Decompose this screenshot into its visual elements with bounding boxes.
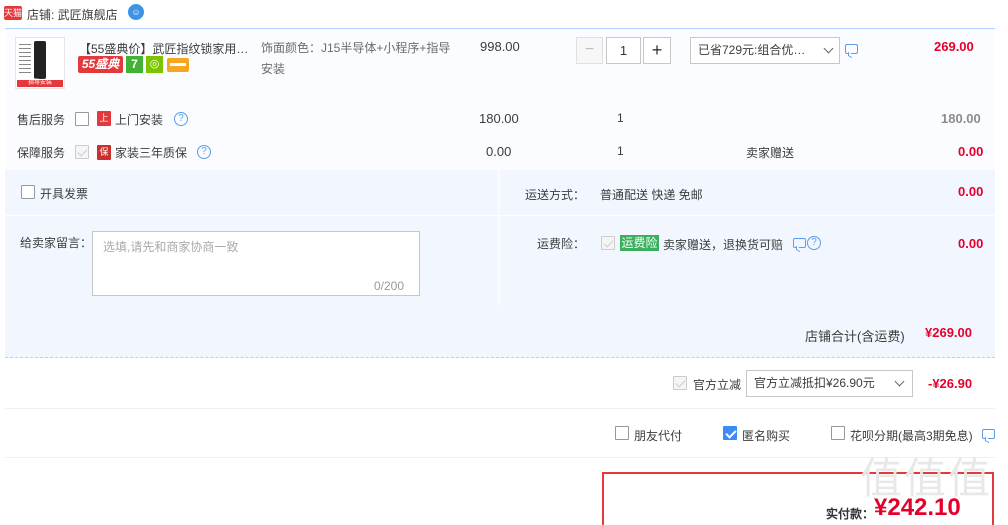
insurance-desc: 卖家赠送，退换货可赔	[663, 238, 784, 252]
insurance-amount: 0.00	[958, 236, 984, 251]
quantity-decrease-button[interactable]: −	[576, 37, 603, 64]
install-service-checkbox[interactable]	[75, 112, 89, 126]
shipping-method-label: 运送方式：	[525, 188, 586, 202]
question-circle-icon[interactable]: ?	[174, 112, 188, 126]
huabei-label[interactable]: 花呗分期(最高3期免息)	[850, 427, 973, 444]
promotion-select-label: 已省729元:组合优…	[698, 43, 806, 57]
credit-card-icon	[167, 58, 189, 72]
friend-pay-checkbox[interactable]	[615, 426, 629, 440]
shipping-method-value: 普通配送 快递 免邮	[600, 188, 703, 202]
warranty-service-name: 家装三年质保	[115, 146, 188, 160]
divider	[5, 408, 995, 409]
chat-bubble-icon[interactable]	[982, 429, 995, 439]
warranty-service-qty: 1	[617, 144, 624, 158]
service-category: 保障服务	[17, 146, 66, 160]
discount-amount: -¥26.90	[928, 376, 973, 391]
friend-pay-label[interactable]: 朋友代付	[634, 427, 682, 444]
seller-message-input[interactable]: 选填,请先和商家协商一致	[92, 231, 420, 296]
chat-bubble-icon[interactable]	[845, 44, 858, 54]
promo-55-badge: 55盛典	[78, 56, 123, 73]
warranty-service-note: 卖家赠送	[746, 146, 795, 160]
shop-total-amount: ¥269.00	[925, 325, 972, 340]
discount-select-label: 官方立减抵扣¥26.90元	[754, 376, 875, 390]
anonymous-label[interactable]: 匿名购买	[742, 427, 790, 444]
guarantee-icon: ◎	[146, 56, 163, 73]
discount-checkbox	[673, 376, 687, 390]
discount-select[interactable]: 官方立减抵扣¥26.90元	[746, 370, 913, 397]
insurance-tag: 运费险	[620, 235, 659, 251]
message-char-counter: 0/200	[374, 279, 405, 293]
huabei-checkbox[interactable]	[831, 426, 845, 440]
warranty-service-price: 0.00	[486, 144, 512, 159]
divider	[500, 215, 995, 216]
question-circle-icon[interactable]: ?	[807, 236, 821, 250]
install-service-name: 上门安装	[115, 113, 164, 127]
quantity-input[interactable]: 1	[606, 37, 641, 64]
product-thumbnail[interactable]: 指导安装	[15, 37, 65, 89]
install-service-icon: 上	[97, 111, 111, 126]
invoice-label[interactable]: 开具发票	[40, 185, 88, 202]
warranty-service-icon: 保	[97, 145, 111, 160]
shop-total-label: 店铺合计(含运费)	[805, 329, 905, 344]
invoice-checkbox[interactable]	[21, 185, 35, 199]
divider	[5, 215, 498, 216]
install-service-amount: 180.00	[941, 111, 981, 126]
quantity-increase-button[interactable]: +	[643, 37, 671, 64]
chevron-down-icon	[823, 43, 834, 54]
service-category: 售后服务	[17, 113, 66, 127]
insurance-label: 运费险：	[537, 237, 586, 251]
payment-amount: ¥242.10	[874, 494, 961, 521]
item-subtotal: 269.00	[934, 39, 974, 54]
unit-price: 998.00	[480, 39, 520, 54]
shop-header	[0, 0, 1008, 28]
promotion-select[interactable]: 已省729元:组合优…	[690, 37, 840, 64]
warranty-service-amount: 0.00	[958, 144, 984, 159]
payment-label: 实付款：	[826, 507, 875, 521]
anonymous-checkbox[interactable]	[723, 426, 737, 440]
install-service-price: 180.00	[479, 111, 519, 126]
product-sku: 饰面颜色：J15半导体+小程序+指导安装	[261, 41, 451, 76]
message-label: 给卖家留言：	[20, 236, 93, 250]
chat-bubble-icon[interactable]	[793, 238, 806, 248]
warranty-service-checkbox	[75, 145, 89, 159]
insurance-checkbox	[601, 236, 615, 250]
shipping-amount: 0.00	[958, 184, 984, 199]
divider	[5, 457, 995, 458]
install-service-qty: 1	[617, 111, 624, 125]
question-circle-icon[interactable]: ?	[197, 145, 211, 159]
chevron-down-icon	[894, 376, 905, 387]
contact-seller-icon[interactable]: ☺	[128, 4, 144, 20]
shop-name-link[interactable]: 店铺: 武匠旗舰店	[27, 6, 118, 23]
seven-day-return-icon: 7	[126, 56, 143, 73]
discount-label: 官方立减	[693, 378, 742, 392]
product-title-link[interactable]: 【55盛典价】武匠指纹锁家用…	[79, 40, 249, 57]
tmall-badge-icon: 天猫	[4, 6, 23, 20]
